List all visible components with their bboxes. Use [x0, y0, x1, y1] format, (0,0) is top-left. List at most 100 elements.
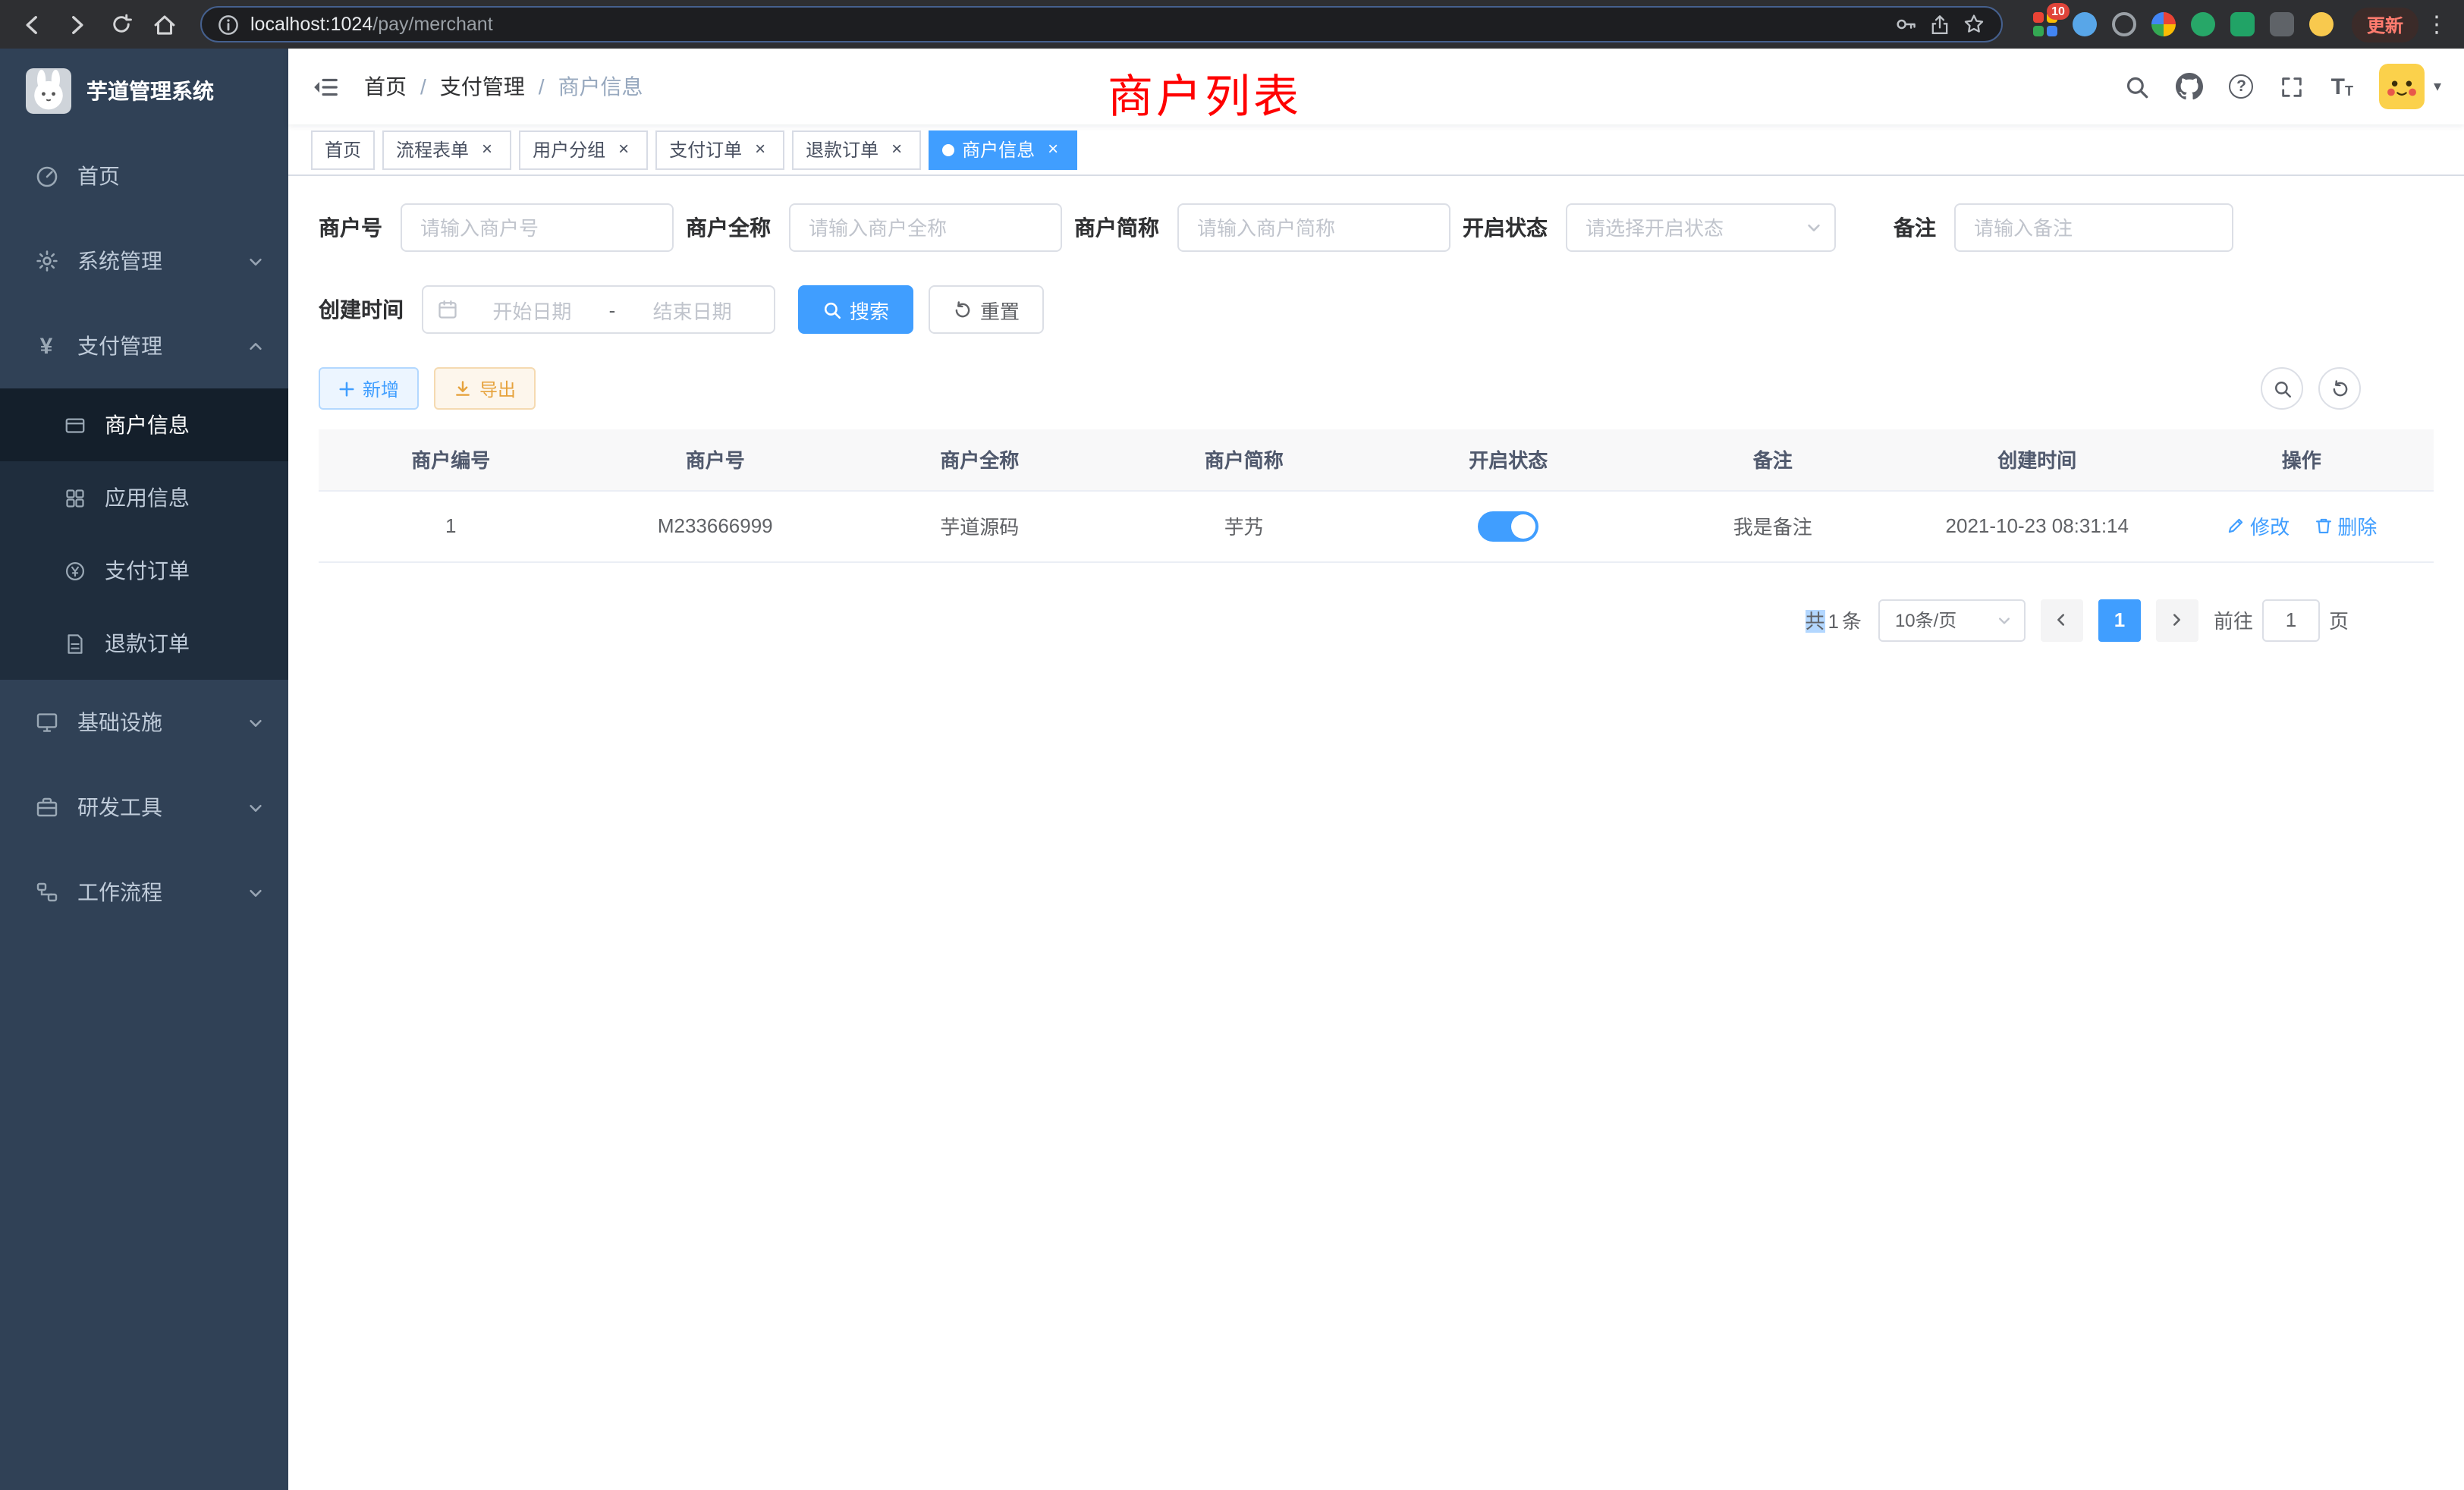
site-info-icon[interactable]	[217, 13, 240, 36]
pay-order-icon	[62, 559, 88, 582]
export-button[interactable]: 导出	[434, 367, 536, 410]
reload-button[interactable]	[100, 4, 141, 45]
search-button[interactable]: 搜索	[798, 285, 913, 334]
close-icon[interactable]: ×	[1042, 139, 1064, 160]
chevron-down-icon	[1997, 612, 2012, 627]
active-dot	[942, 143, 954, 156]
font-size-icon[interactable]: TT	[2331, 75, 2353, 98]
toggle-search-button[interactable]	[2261, 367, 2303, 410]
close-icon[interactable]: ×	[750, 139, 771, 160]
breadcrumb-item[interactable]: 首页	[364, 71, 407, 102]
status-select-input[interactable]	[1566, 203, 1836, 252]
tab-merchant-info[interactable]: 商户信息 ×	[929, 130, 1077, 169]
extension-icon[interactable]: 10	[2033, 12, 2057, 36]
bookmark-star-icon[interactable]	[1962, 12, 1986, 36]
cell-remark: 我是备注	[1641, 490, 1906, 561]
sidebar-item-workflow[interactable]: 工作流程	[0, 850, 288, 935]
refresh-button[interactable]	[2318, 367, 2361, 410]
merchant-no-input[interactable]	[401, 203, 674, 252]
search-icon[interactable]	[2125, 74, 2151, 99]
sidebar-menu: 首页 系统管理 ¥ 支付管理	[0, 134, 288, 935]
remark-input[interactable]	[1954, 203, 2233, 252]
reset-button[interactable]: 重置	[929, 285, 1044, 334]
profile-avatar-icon[interactable]	[2309, 12, 2334, 36]
password-key-icon[interactable]	[1894, 12, 1918, 36]
tab-label: 首页	[325, 137, 361, 162]
field-label: 创建时间	[319, 294, 404, 325]
url-host: localhost:1024	[250, 14, 372, 35]
chevron-down-icon	[247, 884, 264, 901]
full-name-input[interactable]	[789, 203, 1062, 252]
tab-process-form[interactable]: 流程表单 ×	[382, 130, 511, 169]
page-number-button[interactable]: 1	[2098, 599, 2141, 641]
sidebar-item-home[interactable]: 首页	[0, 134, 288, 218]
back-button[interactable]	[12, 4, 53, 45]
user-menu[interactable]: ▾	[2379, 64, 2441, 109]
sidebar-item-label: 商户信息	[105, 410, 190, 440]
breadcrumb-separator: /	[539, 74, 545, 99]
add-button[interactable]: 新增	[319, 367, 419, 410]
share-icon[interactable]	[1928, 13, 1951, 36]
tab-refund-order[interactable]: 退款订单 ×	[792, 130, 921, 169]
github-icon[interactable]	[2176, 73, 2204, 100]
sidebar-item-label: 首页	[77, 161, 120, 191]
extension-icon[interactable]	[2270, 12, 2294, 36]
prev-page-button[interactable]	[2041, 599, 2083, 641]
column-header: 商户号	[583, 429, 848, 490]
sidebar-item-payment[interactable]: ¥ 支付管理	[0, 303, 288, 388]
fullscreen-icon[interactable]	[2280, 74, 2305, 99]
sidebar-item-refund-order[interactable]: 退款订单	[0, 607, 288, 680]
delete-link[interactable]: 删除	[2313, 511, 2377, 540]
short-name-input[interactable]	[1177, 203, 1450, 252]
tab-label: 支付订单	[669, 137, 742, 162]
column-header: 商户全称	[847, 429, 1112, 490]
avatar	[2379, 64, 2425, 109]
document-icon	[62, 632, 88, 655]
url-path: /pay/merchant	[372, 14, 492, 35]
tab-pay-order[interactable]: 支付订单 ×	[655, 130, 784, 169]
address-bar[interactable]: localhost:1024/pay/merchant	[200, 6, 2003, 42]
logo[interactable]: 芋道管理系统	[0, 49, 288, 134]
browser-extensions: 10	[2018, 12, 2349, 36]
status-select[interactable]	[1566, 203, 1836, 252]
close-icon[interactable]: ×	[613, 139, 634, 160]
goto-page-input[interactable]	[2262, 599, 2320, 641]
page-size-select[interactable]: 10条/页	[1878, 599, 2026, 641]
edit-link[interactable]: 修改	[2226, 511, 2290, 540]
extension-icon[interactable]	[2230, 12, 2255, 36]
next-page-button[interactable]	[2156, 599, 2198, 641]
sidebar-item-system[interactable]: 系统管理	[0, 218, 288, 303]
sidebar-item-app-info[interactable]: 应用信息	[0, 461, 288, 534]
breadcrumb-item[interactable]: 支付管理	[440, 71, 525, 102]
update-button[interactable]: 更新	[2352, 7, 2418, 42]
sidebar-item-merchant-info[interactable]: 商户信息	[0, 388, 288, 461]
hamburger-icon[interactable]	[311, 72, 340, 101]
date-range-picker[interactable]: 开始日期 - 结束日期	[422, 285, 775, 334]
extension-icon[interactable]	[2191, 12, 2215, 36]
forward-button[interactable]	[56, 4, 97, 45]
pagination: 共1条 10条/页 1	[319, 599, 2434, 641]
help-icon[interactable]: ?	[2230, 74, 2254, 99]
cell-merchant-id: 1	[319, 490, 583, 561]
dashboard-icon	[33, 164, 59, 188]
sidebar-item-dev-tools[interactable]: 研发工具	[0, 765, 288, 850]
sidebar-item-label: 系统管理	[77, 246, 162, 276]
tab-user-group[interactable]: 用户分组 ×	[519, 130, 648, 169]
date-start-placeholder[interactable]: 开始日期	[464, 295, 600, 324]
tab-home[interactable]: 首页	[311, 130, 375, 169]
extension-icon[interactable]	[2073, 12, 2097, 36]
date-end-placeholder[interactable]: 结束日期	[624, 295, 760, 324]
status-toggle[interactable]	[1478, 511, 1538, 541]
close-icon[interactable]: ×	[886, 139, 907, 160]
browser-chrome: localhost:1024/pay/merchant 10	[0, 0, 2464, 49]
sidebar-item-pay-order[interactable]: 支付订单	[0, 534, 288, 607]
sidebar-item-infrastructure[interactable]: 基础设施	[0, 680, 288, 765]
filter-merchant-no: 商户号	[319, 203, 674, 252]
browser-menu-icon[interactable]: ⋮	[2422, 11, 2452, 38]
close-icon[interactable]: ×	[476, 139, 498, 160]
home-button[interactable]	[144, 4, 185, 45]
extension-icon[interactable]	[2151, 12, 2176, 36]
gear-icon	[33, 249, 59, 273]
chevron-down-icon	[247, 253, 264, 269]
extension-icon[interactable]	[2112, 12, 2136, 36]
